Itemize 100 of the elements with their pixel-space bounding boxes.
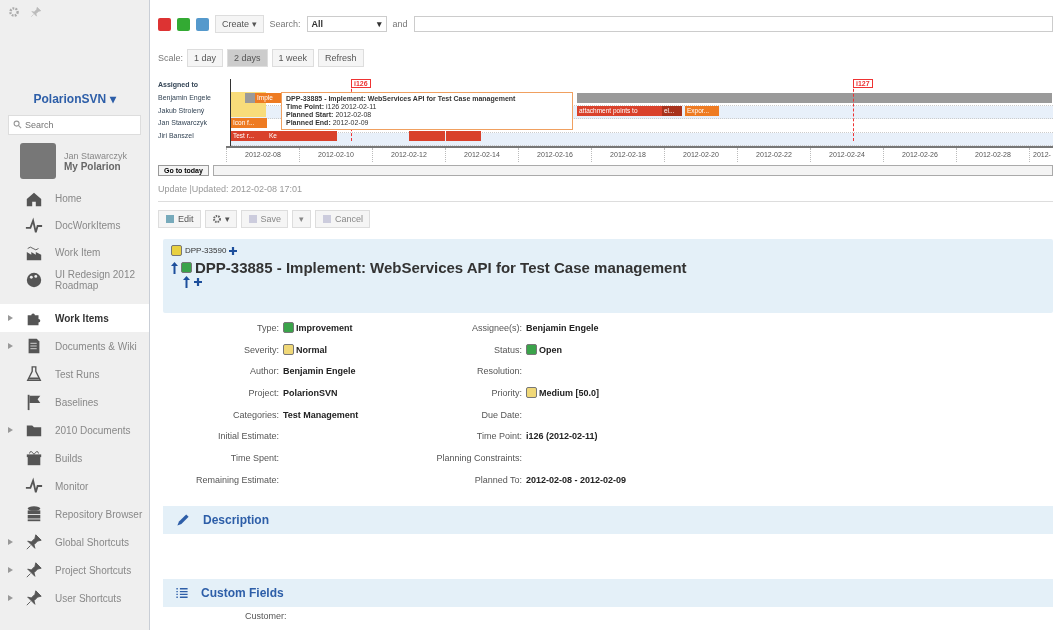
sidebar-item-label: 2010 Documents [55, 424, 131, 436]
field-value: Normal [283, 344, 327, 356]
sidebar-item-label: DocWorkItems [55, 220, 121, 231]
sidebar-item[interactable]: Global Shortcuts [0, 528, 149, 556]
field-label: Project: [247, 387, 280, 398]
pin-icon [25, 561, 43, 579]
flask-icon [25, 365, 43, 383]
sidebar-item-label: Test Runs [55, 368, 100, 380]
field-label: Severity: [243, 344, 280, 355]
plus-icon[interactable] [194, 278, 202, 286]
plus-icon[interactable] [229, 246, 238, 255]
parent-item-link[interactable]: DPP-33590 [185, 246, 227, 255]
field-value: PolarionSVN [283, 387, 338, 398]
field-label: Customer: [244, 610, 288, 621]
field-label: Time Point: [475, 431, 523, 442]
field-label: Time Spent: [229, 452, 280, 463]
project-selector[interactable]: PolarionSVN ▾ [0, 92, 149, 106]
pin-icon[interactable] [30, 6, 42, 18]
gantt-bar[interactable] [297, 130, 337, 141]
section-header[interactable]: Custom Fields [163, 578, 1053, 607]
search-dropdown[interactable]: All ▾ [306, 16, 387, 32]
sidebar-item[interactable]: UI Redesign 2012 Roadmap [0, 266, 149, 293]
gear-button[interactable]: ▾ [204, 210, 237, 228]
expand-icon[interactable] [8, 427, 13, 433]
sidebar-item[interactable]: Documents & Wiki [0, 332, 149, 360]
field-label: Planning Constraints: [435, 452, 523, 463]
field-value: Improvement [283, 322, 353, 334]
up-arrow-icon[interactable] [171, 261, 178, 274]
pulse-icon [25, 216, 43, 235]
scale-button[interactable]: 1 day [187, 49, 224, 67]
up-arrow-icon[interactable] [183, 276, 190, 288]
user-name: Jan Stawarczyk [64, 150, 128, 161]
query-field[interactable] [413, 16, 1053, 32]
field-value: Benjamin Engele [526, 322, 599, 333]
sidebar-item-label: Baselines [55, 396, 99, 408]
sidebar-item[interactable]: Test Runs [0, 360, 149, 388]
sidebar-item[interactable]: Baselines [0, 388, 149, 416]
avatar-placeholder [20, 143, 56, 179]
field-label: Categories: [231, 409, 280, 420]
refresh-button[interactable]: Refresh [318, 49, 364, 67]
expand-icon[interactable] [8, 343, 13, 349]
edit-button[interactable]: Edit [158, 210, 201, 228]
scrollbar[interactable] [212, 165, 1053, 176]
scale-button[interactable]: 2 days [227, 49, 268, 67]
sidebar-item[interactable]: Work Items [0, 304, 149, 332]
field-label: Type: [256, 322, 280, 333]
update-status: Update |Updated: 2012-02-08 17:01 [158, 184, 303, 194]
list-icon [175, 585, 189, 600]
item-type-icon [181, 262, 192, 273]
field-label: Author: [248, 366, 280, 377]
field-label: Status: [493, 344, 523, 355]
sidebar-item[interactable]: Monitor [0, 472, 149, 500]
sidebar-item-label: Monitor [55, 480, 89, 492]
field-value: i126 (2012-02-11) [526, 431, 598, 442]
field-value: Medium [50.0] [526, 387, 599, 399]
settings-icon[interactable] [8, 6, 20, 18]
scale-button[interactable]: 1 week [271, 49, 315, 67]
field-value: Open [526, 344, 562, 356]
sidebar-item[interactable]: Work Item [0, 239, 149, 266]
field-value: 2012-02-08 - 2012-02-09 [526, 474, 627, 485]
search-field[interactable]: Search [8, 115, 141, 135]
sidebar-item-label: Global Shortcuts [55, 536, 129, 548]
sidebar-item[interactable]: Home [0, 185, 149, 212]
section-header[interactable]: Description [163, 505, 1053, 534]
my-polarion-link[interactable]: My Polarion [64, 160, 128, 172]
sidebar-item-label: Project Shortcuts [55, 564, 132, 576]
sidebar-item-label: Work Item [55, 247, 101, 258]
item-title: DPP-33885 - Implement: WebServices API for Test Case management [195, 259, 687, 276]
sidebar-item-label: Repository Browser [55, 508, 143, 520]
expand-icon[interactable] [8, 595, 13, 601]
field-label: Initial Estimate: [216, 431, 280, 442]
field-label: Priority: [490, 387, 523, 398]
field-label: Assignee(s): [470, 322, 523, 333]
sidebar-item[interactable]: Project Shortcuts [0, 556, 149, 584]
and-label: and [392, 19, 408, 29]
pulse-icon [25, 477, 43, 495]
gantt-bar[interactable] [446, 130, 481, 141]
gift-icon [25, 449, 43, 467]
pin-icon [25, 533, 43, 551]
expand-icon[interactable] [8, 539, 13, 545]
sidebar-item[interactable]: Builds [0, 444, 149, 472]
sidebar-item-label: User Shortcuts [55, 592, 122, 604]
field-value: Test Management [283, 409, 359, 420]
field-label: Remaining Estimate: [194, 474, 280, 485]
field-value: Benjamin Engele [283, 366, 356, 377]
sidebar-item-label: Work Items [55, 312, 109, 324]
palette-icon [25, 270, 43, 289]
sidebar-item[interactable]: Repository Browser [0, 500, 149, 528]
expand-icon[interactable] [8, 567, 13, 573]
search-icon [13, 120, 22, 129]
expand-icon[interactable] [8, 315, 13, 321]
sidebar-item[interactable]: DocWorkItems [0, 212, 149, 239]
sidebar-item-label: Documents & Wiki [55, 340, 137, 352]
pin-icon [25, 589, 43, 607]
sidebar-item[interactable]: 2010 Documents [0, 416, 149, 444]
sidebar-item[interactable]: User Shortcuts [0, 584, 149, 612]
create-button[interactable]: Create ▾ [215, 15, 264, 33]
gantt-bar[interactable] [409, 130, 445, 141]
sidebar-item-label: Home [55, 193, 82, 204]
item-type-icon [171, 245, 182, 256]
